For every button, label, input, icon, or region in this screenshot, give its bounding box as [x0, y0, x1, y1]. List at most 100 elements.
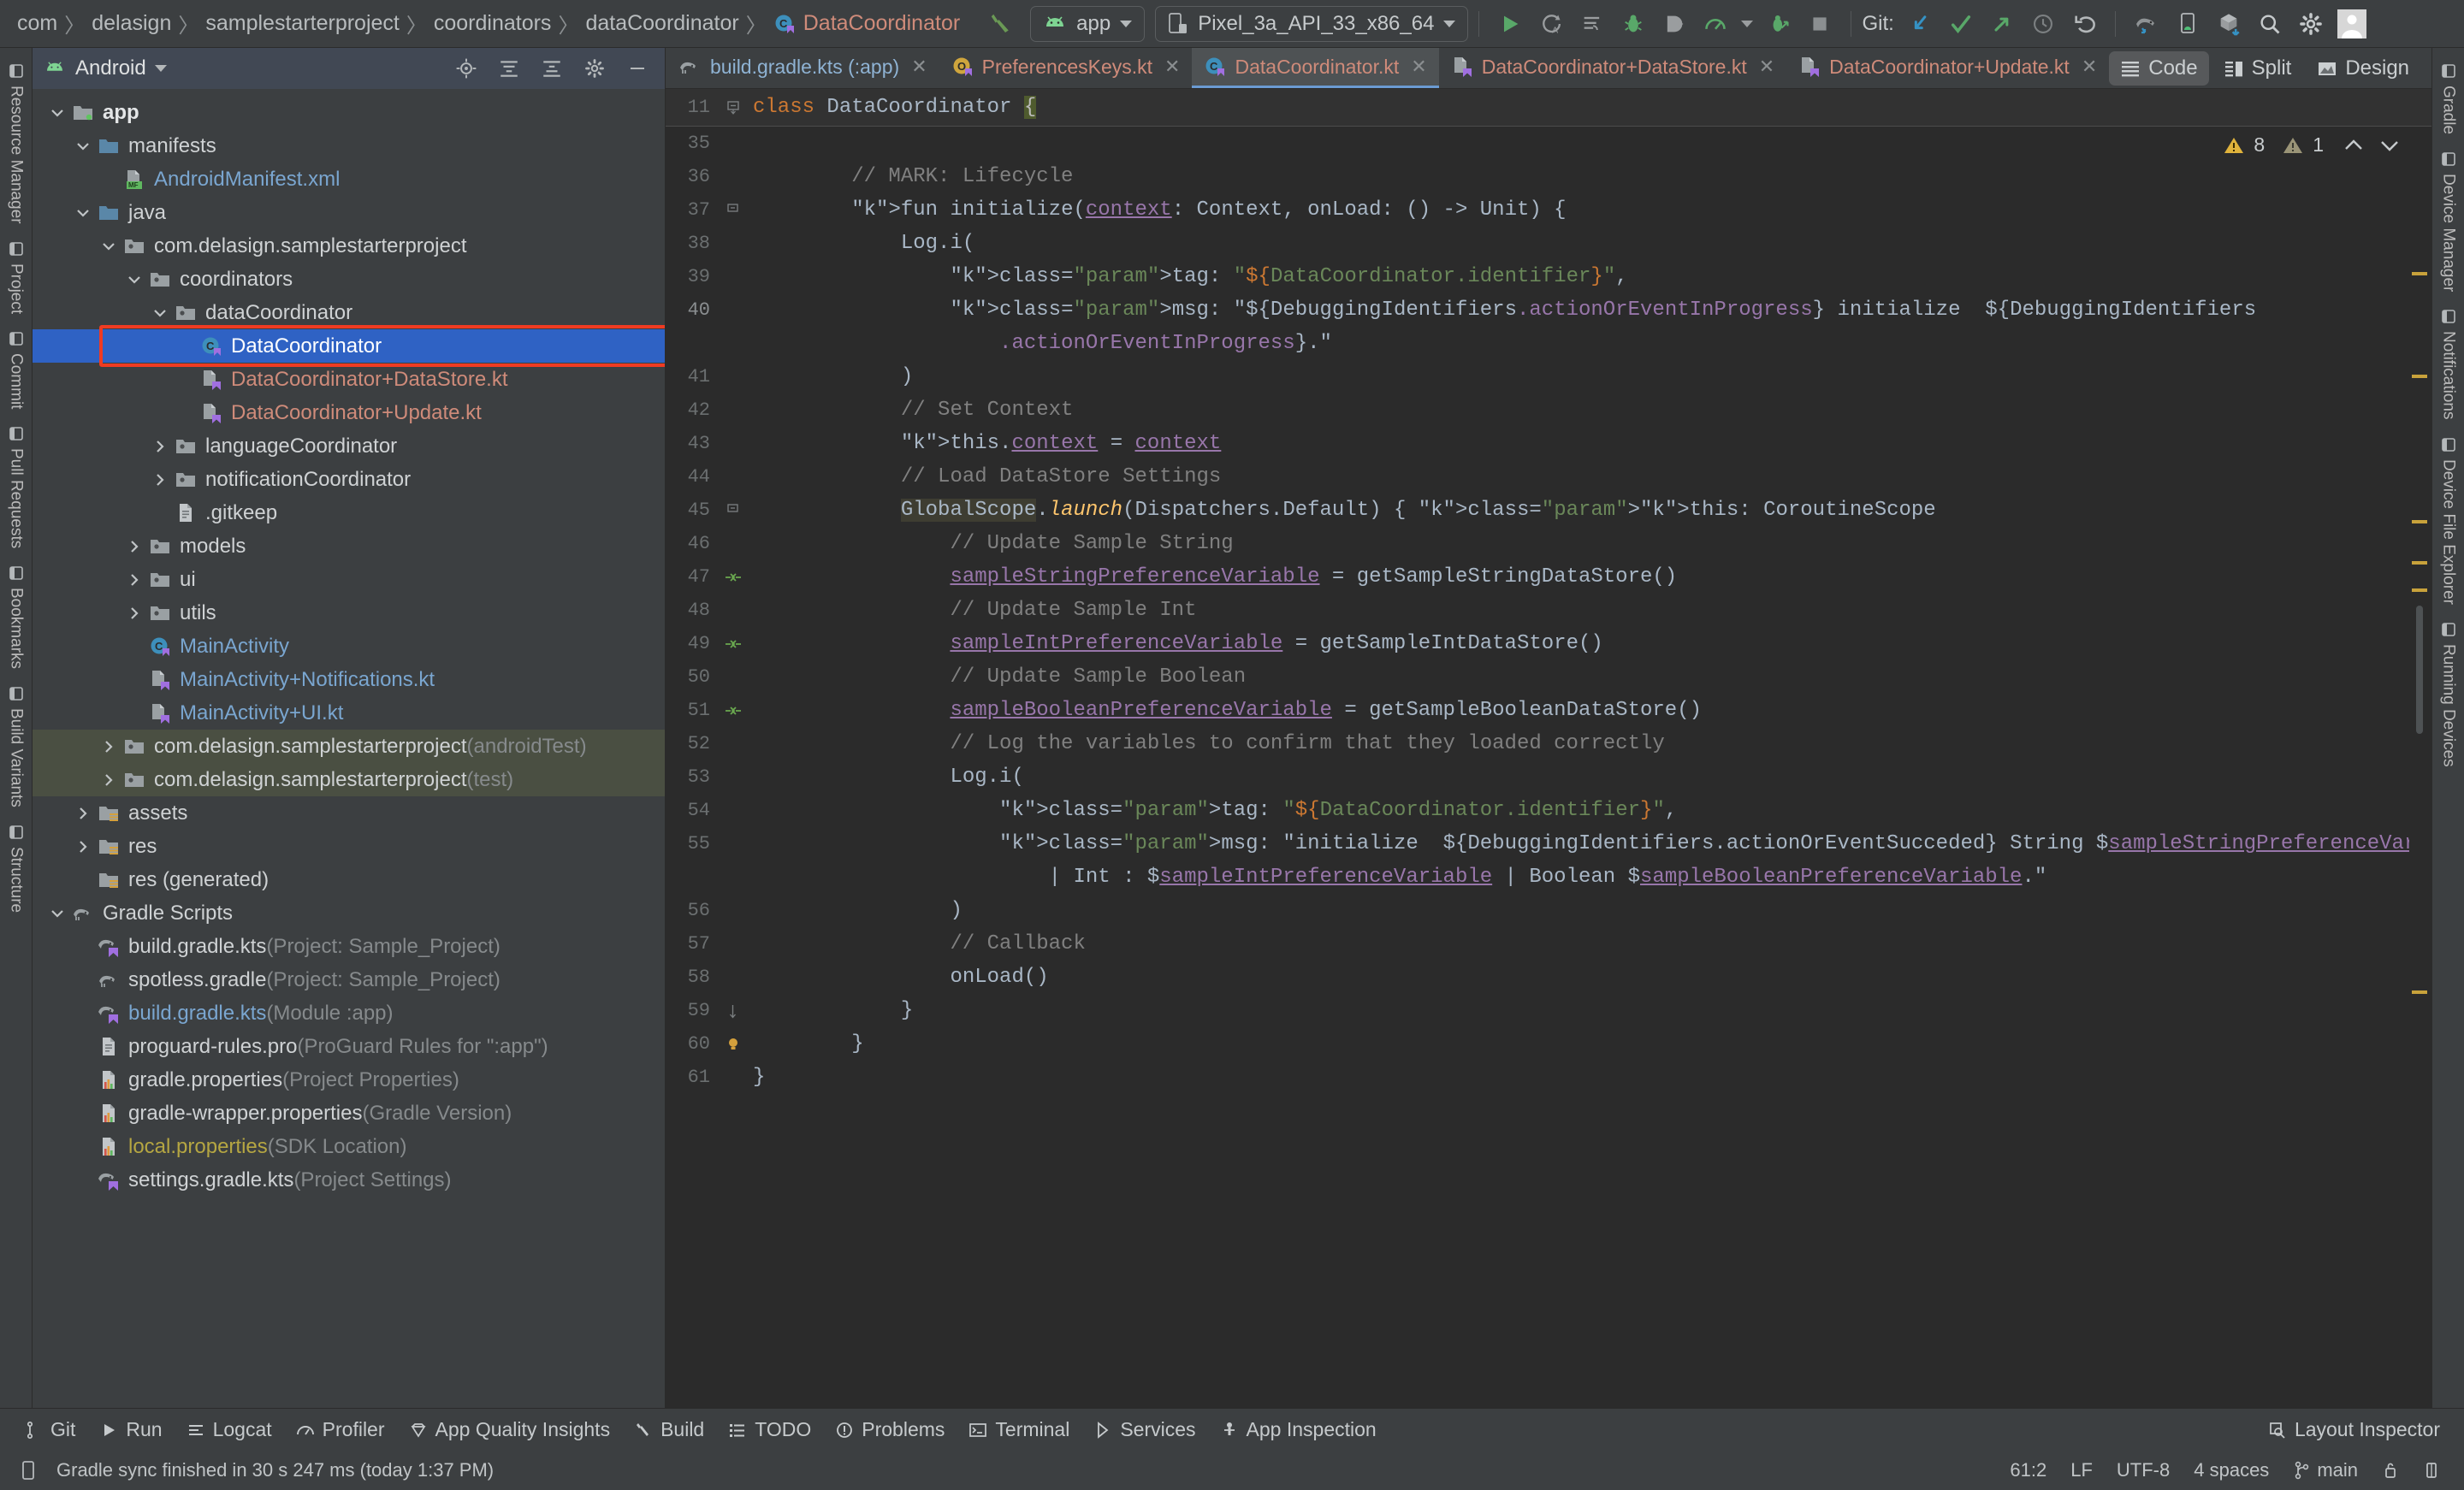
code-line[interactable]: "k">class="param">msg: "initialize ${Deb…: [753, 827, 2431, 860]
bottom-bar-app-inspection[interactable]: App Inspection: [1208, 1413, 1389, 1447]
gear-icon[interactable]: [578, 54, 612, 83]
chevron-right-icon[interactable]: [147, 437, 173, 456]
tree-row-datacoordinator[interactable]: C DataCoordinator: [33, 329, 665, 363]
code-line[interactable]: }: [753, 994, 2431, 1027]
editor-tab-datacoordinator-kt[interactable]: C DataCoordinator.kt ✕: [1192, 48, 1439, 88]
code-editor[interactable]: 35 36 37 38 39 40 41 42 43 44 45 46 47 48 49 50 51 52 53 54…: [666, 127, 2431, 1408]
bottom-bar-run[interactable]: Run: [87, 1413, 174, 1447]
breadcrumb-item-coordinators[interactable]: coordinators: [429, 11, 557, 36]
breadcrumb-item-com[interactable]: com: [12, 11, 62, 36]
file-encoding[interactable]: UTF-8: [2105, 1459, 2182, 1481]
bottom-bar-layout-inspector[interactable]: Layout Inspector: [2256, 1413, 2452, 1447]
chevron-down-icon[interactable]: [121, 270, 147, 289]
apply-code-changes-button[interactable]: [1572, 5, 1613, 43]
tree-row-androidmanifest-xml[interactable]: MF AndroidManifest.xml: [33, 163, 665, 196]
view-mode-design[interactable]: Design: [2306, 51, 2420, 86]
tree-row-datacoordinator-update-kt[interactable]: DataCoordinator+Update.kt: [33, 396, 665, 429]
editor-tab-datacoordinator-update-kt[interactable]: DataCoordinator+Update.kt ✕: [1786, 48, 2109, 88]
breadcrumb-item-delasign[interactable]: delasign: [86, 11, 176, 36]
code-line[interactable]: sampleStringPreferenceVariable = getSamp…: [753, 560, 2431, 594]
close-icon[interactable]: ✕: [1164, 56, 1180, 78]
tree-row-datacoordinator-datastore-kt[interactable]: DataCoordinator+DataStore.kt: [33, 363, 665, 396]
tree-row-proguard-rules-pro[interactable]: proguard-rules.pro (ProGuard Rules for "…: [33, 1030, 665, 1063]
tree-row-ui[interactable]: ui: [33, 563, 665, 596]
breakpoint-marker[interactable]: [719, 560, 748, 594]
tree-row-spotless-gradle[interactable]: spotless.gradle (Project: Sample_Project…: [33, 963, 665, 996]
code-line[interactable]: sampleIntPreferenceVariable = getSampleI…: [753, 627, 2431, 660]
editor-tab-datacoordinator-datastore-kt[interactable]: DataCoordinator+DataStore.kt ✕: [1439, 48, 1786, 88]
code-line[interactable]: // MARK: Lifecycle: [753, 160, 2431, 193]
rail-item-resource-manager[interactable]: Resource Manager: [7, 55, 26, 233]
profiler-dropdown[interactable]: [1736, 5, 1758, 43]
view-mode-split[interactable]: Split: [2212, 51, 2303, 86]
fold-marker[interactable]: [719, 1027, 748, 1061]
rail-item-running-devices[interactable]: Running Devices: [2439, 613, 2458, 776]
git-history-button[interactable]: [2023, 5, 2064, 43]
chevron-down-icon[interactable]: [96, 237, 121, 256]
search-button[interactable]: [2249, 5, 2290, 43]
bottom-bar-profiler[interactable]: Profiler: [284, 1413, 397, 1447]
debug-button[interactable]: [1613, 5, 1654, 43]
code-line[interactable]: }: [753, 1061, 2431, 1094]
tree-row-datacoordinator[interactable]: dataCoordinator: [33, 296, 665, 329]
editor-tab-preferenceskeys-kt[interactable]: O PreferencesKeys.kt ✕: [939, 48, 1193, 88]
code-line[interactable]: // Load DataStore Settings: [753, 460, 2431, 494]
run-with-coverage-button[interactable]: [1758, 5, 1799, 43]
chevron-right-icon[interactable]: [96, 771, 121, 789]
code-line[interactable]: Log.i(: [753, 227, 2431, 260]
chevron-right-icon[interactable]: [70, 804, 96, 823]
line-number-gutter[interactable]: 35 36 37 38 39 40 41 42 43 44 45 46 47 48 49 50 51 52 53 54…: [666, 127, 719, 1408]
chevron-right-icon[interactable]: [121, 571, 147, 589]
settings-button[interactable]: [2290, 5, 2331, 43]
tree-row-notificationcoordinator[interactable]: notificationCoordinator: [33, 463, 665, 496]
fold-marker[interactable]: [719, 193, 748, 227]
code-line[interactable]: // Update Sample String: [753, 527, 2431, 560]
chevron-right-icon[interactable]: [147, 470, 173, 489]
stop-button[interactable]: [1799, 5, 1840, 43]
tree-row-com-delasign-samplestarterproject[interactable]: com.delasign.samplestarterproject (test): [33, 763, 665, 796]
tree-row-gradle-scripts[interactable]: Gradle Scripts: [33, 896, 665, 930]
lock-icon[interactable]: [2370, 1460, 2411, 1481]
git-commit-button[interactable]: [1940, 5, 1981, 43]
code-line[interactable]: ): [753, 360, 2431, 393]
code-line[interactable]: "k">class="param">tag: "${DataCoordinato…: [753, 260, 2431, 293]
tree-row-local-properties[interactable]: local.properties (SDK Location): [33, 1130, 665, 1163]
select-opened-file-button[interactable]: [449, 54, 483, 83]
caret-position[interactable]: 61:2: [1998, 1459, 2058, 1481]
tree-row-res-generated-[interactable]: res (generated): [33, 863, 665, 896]
chevron-up-icon[interactable]: [2343, 137, 2365, 154]
tree-row-app[interactable]: app: [33, 96, 665, 129]
git-rollback-button[interactable]: [2064, 5, 2105, 43]
fold-marker[interactable]: [719, 994, 748, 1027]
chevron-down-icon[interactable]: [44, 103, 70, 122]
line-separator[interactable]: LF: [2058, 1459, 2105, 1481]
git-push-button[interactable]: [1981, 5, 2023, 43]
run-configuration-selector[interactable]: app: [1030, 5, 1146, 42]
tree-row-languagecoordinator[interactable]: languageCoordinator: [33, 429, 665, 463]
tree-row-res[interactable]: res: [33, 830, 665, 863]
code-line[interactable]: "k">this.context = context: [753, 427, 2431, 460]
tree-row-com-delasign-samplestarterproject[interactable]: com.delasign.samplestarterproject (andro…: [33, 730, 665, 763]
code-line[interactable]: // Log the variables to confirm that the…: [753, 727, 2431, 760]
fold-marker[interactable]: [719, 494, 748, 527]
inspection-icon[interactable]: [2411, 1460, 2452, 1481]
code-line[interactable]: // Callback: [753, 927, 2431, 961]
rail-item-notifications[interactable]: Notifications: [2439, 300, 2458, 429]
bottom-bar-todo[interactable]: TODO: [716, 1413, 823, 1447]
run-button[interactable]: [1490, 5, 1531, 43]
chevron-down-icon[interactable]: [147, 304, 173, 322]
source-code[interactable]: // MARK: Lifecycle "k">fun initialize(co…: [748, 127, 2431, 1408]
git-branch-widget[interactable]: main: [2281, 1459, 2370, 1481]
status-event-icon[interactable]: [12, 1460, 44, 1481]
indent-setting[interactable]: 4 spaces: [2182, 1459, 2281, 1481]
close-icon[interactable]: ✕: [1759, 56, 1774, 78]
code-line[interactable]: [753, 127, 2431, 160]
view-mode-code[interactable]: Code: [2109, 50, 2209, 86]
code-line[interactable]: sampleBooleanPreferenceVariable = getSam…: [753, 694, 2431, 727]
tree-row-settings-gradle-kts[interactable]: settings.gradle.kts (Project Settings): [33, 1163, 665, 1197]
code-line[interactable]: | Int : $sampleIntPreferenceVariable | B…: [753, 860, 2431, 894]
rail-item-project[interactable]: Project: [7, 233, 26, 322]
breadcrumb-item-datacoordinator[interactable]: dataCoordinator: [580, 11, 743, 36]
device-manager-button[interactable]: [2167, 5, 2208, 43]
chevron-right-icon[interactable]: [121, 537, 147, 556]
